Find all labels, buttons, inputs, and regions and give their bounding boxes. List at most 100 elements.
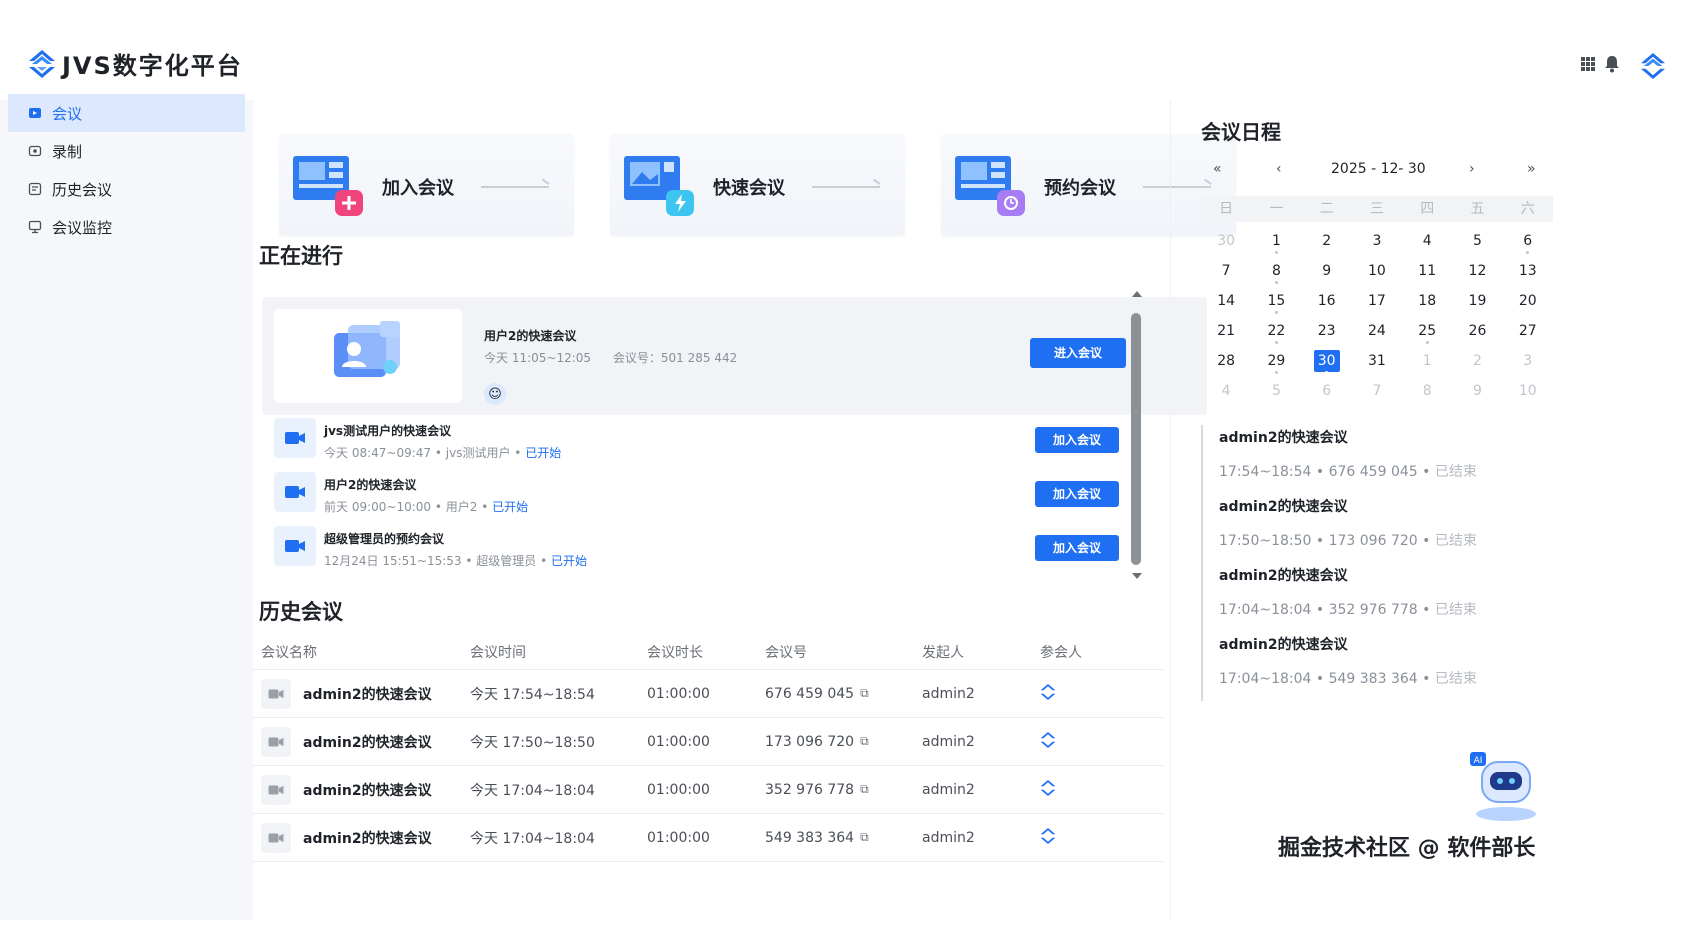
enter-meeting-button[interactable]: 进入会议 (1030, 338, 1126, 368)
list-item[interactable]: 超级管理员的预约会议 12月24日 15:51~15:53 • 超级管理员 • … (262, 523, 1207, 575)
calendar-day[interactable]: 29 (1251, 346, 1301, 376)
video-call-icon (29, 108, 41, 118)
calendar-day[interactable]: 8 (1251, 256, 1301, 286)
calendar-day[interactable]: 21 (1201, 316, 1251, 346)
calendar-day[interactable]: 19 (1452, 286, 1502, 316)
calendar-day[interactable]: 10 (1503, 376, 1553, 406)
sidebar-item-meeting[interactable]: 会议 (8, 94, 245, 132)
ongoing-list: 用户2的快速会议 今天 11:05~12:05 会议号：501 285 442 … (262, 297, 1207, 607)
schedule-item[interactable]: admin2的快速会议 17:04~18:04 • 352 976 778 • … (1201, 563, 1531, 632)
sidebar-item-history[interactable]: 历史会议 (0, 170, 253, 208)
calendar-day[interactable]: 13 (1503, 256, 1553, 286)
calendar-day[interactable]: 4 (1201, 376, 1251, 406)
join-meeting-button[interactable]: 加入会议 (1035, 427, 1119, 453)
column-header: 发起人 (922, 644, 964, 661)
calendar-day[interactable]: 5 (1251, 376, 1301, 406)
sidebar-item-record[interactable]: 录制 (0, 132, 253, 170)
copy-icon[interactable]: ⧉ (860, 830, 869, 845)
meeting-meta: 前天 09:00~10:00 • 用户2 • 已开始 (324, 500, 529, 514)
calendar-day[interactable]: 8 (1402, 376, 1452, 406)
participant-avatar-icon (1040, 827, 1056, 844)
calendar-day[interactable]: 20 (1503, 286, 1553, 316)
user-avatar[interactable] (1640, 52, 1666, 84)
calendar-day[interactable]: 16 (1302, 286, 1352, 316)
calendar-day[interactable]: 2 (1452, 346, 1502, 376)
prev-year-icon[interactable]: « (1213, 161, 1222, 177)
calendar-day[interactable]: 9 (1452, 376, 1502, 406)
calendar-day[interactable]: 14 (1201, 286, 1251, 316)
calendar-day[interactable]: 31 (1352, 346, 1402, 376)
column-header: 会议号 (765, 644, 807, 661)
calendar-day[interactable]: 28 (1201, 346, 1251, 376)
sidebar-item-label: 会议监控 (52, 218, 113, 237)
ongoing-scrollbar[interactable] (1129, 285, 1145, 585)
next-year-icon[interactable]: » (1527, 161, 1536, 177)
app-logo[interactable]: JVS数字化平台 (28, 46, 243, 81)
meeting-meta: 12月24日 15:51~15:53 • 超级管理员 • 已开始 (324, 554, 588, 568)
schedule-title: admin2的快速会议 (1219, 637, 1348, 653)
calendar-day[interactable]: 7 (1352, 376, 1402, 406)
scroll-up-arrow-icon[interactable] (1132, 291, 1142, 297)
calendar-day[interactable]: 30 (1201, 226, 1251, 256)
bell-icon[interactable] (1604, 55, 1620, 73)
history-table: 会议名称 会议时间 会议时长 会议号 发起人 参会人 admin2的快速会议 今… (253, 634, 1165, 862)
scroll-thumb[interactable] (1131, 313, 1141, 565)
copy-icon[interactable]: ⧉ (860, 686, 869, 701)
copy-icon[interactable]: ⧉ (860, 734, 869, 749)
table-row[interactable]: admin2的快速会议 今天 17:50~18:50 01:00:00 173 … (253, 718, 1165, 766)
calendar-day[interactable]: 1 (1402, 346, 1452, 376)
calendar-day[interactable]: 27 (1503, 316, 1553, 346)
schedule-item[interactable]: admin2的快速会议 17:50~18:50 • 173 096 720 • … (1201, 494, 1531, 563)
history-title: 历史会议 (259, 600, 343, 624)
calendar-day[interactable]: 9 (1302, 256, 1352, 286)
calendar-day[interactable]: 10 (1352, 256, 1402, 286)
calendar-day[interactable]: 4 (1402, 226, 1452, 256)
calendar-day[interactable]: 26 (1452, 316, 1502, 346)
join-meeting-button[interactable]: 加入会议 (1035, 535, 1119, 561)
calendar-day[interactable]: 3 (1352, 226, 1402, 256)
calendar-day[interactable]: 15 (1251, 286, 1301, 316)
quick-meeting-card[interactable]: 快速会议 (610, 134, 905, 236)
calendar-day[interactable]: 24 (1352, 316, 1402, 346)
schedule-meeting-icon (955, 156, 1025, 216)
calendar-day[interactable]: 2 (1302, 226, 1352, 256)
table-row[interactable]: admin2的快速会议 今天 17:54~18:54 01:00:00 676 … (253, 670, 1165, 718)
schedule-title: admin2的快速会议 (1219, 430, 1348, 446)
next-month-icon[interactable]: › (1469, 161, 1475, 177)
table-row[interactable]: admin2的快速会议 今天 17:04~18:04 01:00:00 549 … (253, 814, 1165, 862)
schedule-item[interactable]: admin2的快速会议 17:04~18:04 • 549 383 364 • … (1201, 632, 1531, 701)
prev-month-icon[interactable]: ‹ (1276, 161, 1282, 177)
join-meeting-button[interactable]: 加入会议 (1035, 481, 1119, 507)
calendar-day[interactable]: 12 (1452, 256, 1502, 286)
calendar-day[interactable]: 22 (1251, 316, 1301, 346)
join-meeting-card[interactable]: 加入会议 (279, 134, 574, 236)
calendar-day[interactable]: 23 (1302, 316, 1352, 346)
scroll-down-arrow-icon[interactable] (1132, 573, 1142, 579)
status-badge: 已开始 (525, 446, 562, 460)
calendar-grid: 日一二三四五六 30 1 2 3 4 5 6 7 8 9 10 11 12 13… (1201, 196, 1553, 406)
calendar-day[interactable]: 3 (1503, 346, 1553, 376)
calendar-day[interactable]: 17 (1352, 286, 1402, 316)
apps-grid-icon[interactable] (1580, 56, 1596, 72)
featured-meeting[interactable]: 用户2的快速会议 今天 11:05~12:05 会议号：501 285 442 … (262, 297, 1207, 415)
list-item[interactable]: jvs测试用户的快速会议 今天 08:47~09:47 • jvs测试用户 • … (262, 415, 1207, 467)
calendar-day[interactable]: 25 (1402, 316, 1452, 346)
calendar-day[interactable]: 18 (1402, 286, 1452, 316)
calendar-day[interactable]: 5 (1452, 226, 1502, 256)
ai-assistant-button[interactable]: AI (1462, 748, 1548, 828)
schedule-meta: 17:04~18:04 • 352 976 778 • 已结束 (1219, 602, 1477, 618)
schedule-title: admin2的快速会议 (1219, 568, 1348, 584)
copy-icon[interactable]: ⧉ (860, 782, 869, 797)
list-item[interactable]: 用户2的快速会议 前天 09:00~10:00 • 用户2 • 已开始 加入会议 (262, 469, 1207, 521)
calendar-day-today[interactable]: 30 (1302, 346, 1352, 376)
schedule-item[interactable]: admin2的快速会议 17:54~18:54 • 676 459 045 • … (1201, 425, 1531, 494)
calendar-day[interactable]: 11 (1402, 256, 1452, 286)
table-row[interactable]: admin2的快速会议 今天 17:04~18:04 01:00:00 352 … (253, 766, 1165, 814)
calendar-day[interactable]: 7 (1201, 256, 1251, 286)
featured-meeting-meta: 今天 11:05~12:05 会议号：501 285 442 (484, 349, 737, 366)
calendar-day[interactable]: 6 (1503, 226, 1553, 256)
participant-avatar-icon (1040, 731, 1056, 748)
sidebar-item-monitor[interactable]: 会议监控 (0, 208, 253, 246)
calendar-day[interactable]: 6 (1302, 376, 1352, 406)
calendar-day[interactable]: 1 (1251, 226, 1301, 256)
